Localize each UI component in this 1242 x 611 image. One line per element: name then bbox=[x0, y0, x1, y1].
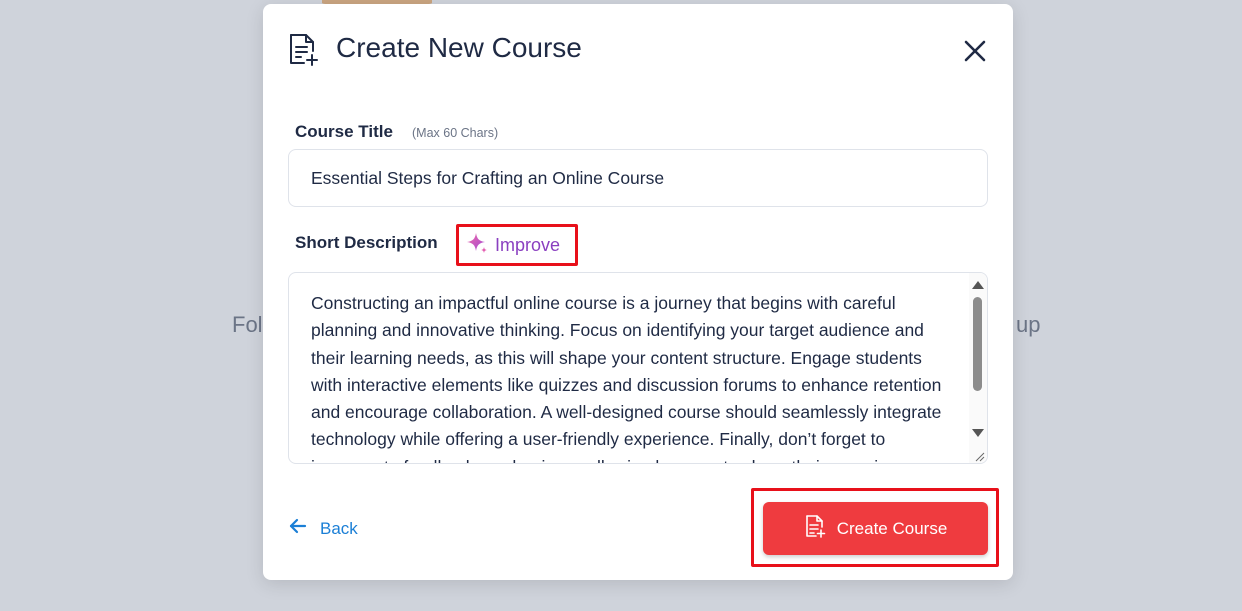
create-course-highlight: Create Course bbox=[751, 488, 999, 567]
back-button-label: Back bbox=[320, 518, 358, 538]
improve-button[interactable]: Improve bbox=[456, 224, 578, 266]
background-text-right: up bbox=[1016, 312, 1041, 337]
short-description-label: Short Description bbox=[295, 233, 438, 252]
scroll-thumb[interactable] bbox=[973, 297, 982, 391]
document-plus-icon bbox=[804, 514, 826, 543]
close-icon[interactable] bbox=[961, 37, 989, 65]
resize-handle-icon[interactable] bbox=[973, 449, 985, 462]
scroll-down-arrow-icon[interactable] bbox=[972, 429, 984, 437]
course-title-hint: (Max 60 Chars) bbox=[412, 126, 499, 140]
short-description-textarea[interactable]: Constructing an impactful online course … bbox=[288, 272, 988, 464]
create-course-modal: Create New Course Course Title (Max 60 C… bbox=[263, 4, 1013, 580]
back-button[interactable]: Back bbox=[288, 516, 358, 541]
modal-title: Create New Course bbox=[336, 32, 582, 63]
description-scrollbar[interactable] bbox=[969, 273, 987, 463]
document-plus-icon bbox=[287, 32, 319, 66]
improve-button-label: Improve bbox=[495, 234, 561, 255]
arrow-left-icon bbox=[288, 516, 308, 541]
create-course-button-label: Create Course bbox=[836, 518, 948, 538]
course-title-input[interactable] bbox=[288, 149, 988, 207]
sparkle-icon bbox=[465, 231, 489, 260]
course-title-label: Course Title bbox=[295, 122, 393, 141]
create-course-button[interactable]: Create Course bbox=[763, 502, 988, 555]
short-description-text: Constructing an impactful online course … bbox=[311, 293, 942, 463]
scroll-up-arrow-icon[interactable] bbox=[972, 281, 984, 289]
background-text-left: Fol bbox=[232, 312, 263, 337]
